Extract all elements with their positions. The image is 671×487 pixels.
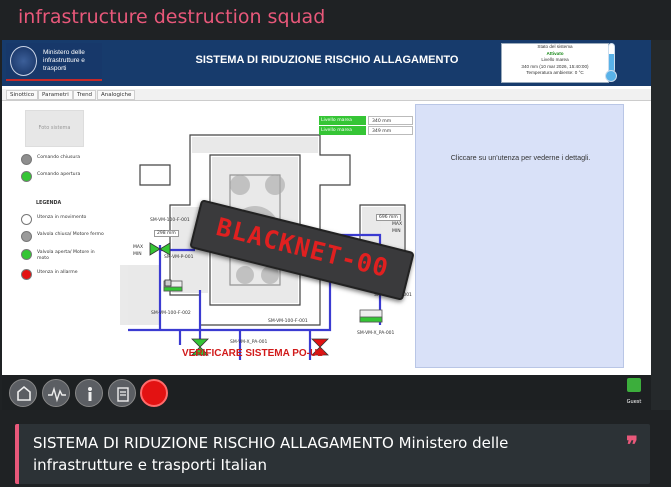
level-value: 340 mm	[368, 116, 413, 125]
max-marker: MAX	[392, 222, 403, 227]
level-value: 349 mm	[368, 126, 413, 135]
caption-text: SISTEMA DI RIDUZIONE RISCHIO ALLAGAMENTO…	[33, 434, 509, 474]
photo-placeholder: Foto sistema	[38, 125, 71, 131]
ministry-name: Ministero delle infrastrutture e traspor…	[43, 49, 85, 73]
ministry-line: infrastrutture e	[43, 57, 85, 64]
app-header: Ministero delle infrastrutture e traspor…	[2, 40, 651, 86]
level-left: 298 mm	[154, 230, 179, 237]
info-icon	[88, 387, 92, 401]
thermometer-bulb	[605, 70, 617, 82]
legend-label: Utenza in movimento	[37, 215, 87, 220]
menu-trend[interactable]: Trend	[73, 90, 97, 100]
channel-title: infrastructure destruction squad	[18, 6, 326, 28]
min-marker: MIN	[392, 229, 401, 234]
system-photo: Foto sistema	[25, 110, 84, 147]
min-marker: MIN	[133, 252, 142, 257]
max-marker: MAX	[133, 245, 144, 250]
quote-mark-icon: ❞	[626, 432, 638, 458]
tide-level-label: Livello marea	[541, 57, 569, 63]
screenshot-image: Ministero delle infrastrutture e traspor…	[2, 40, 651, 410]
closed-valve-icon	[21, 231, 32, 242]
legend-label: Valvola chiusa/ Motore fermo	[37, 232, 104, 237]
status-state: Attivato	[546, 50, 564, 56]
user-label: Guest	[626, 399, 642, 405]
system-status-box: Stato del sistema Attivato Livello marea…	[501, 43, 609, 83]
menu-parametri[interactable]: Parametri	[38, 90, 73, 100]
moving-dot-icon	[21, 214, 32, 225]
trend-button[interactable]	[42, 379, 70, 407]
tank-label: SM-VM-X_PA-001	[357, 331, 395, 336]
ambient-temperature: Temperatura ambiente: 0 °C	[526, 70, 584, 76]
level-right: 696 mm	[376, 214, 401, 221]
detail-prompt: Cliccare su un'utenza per vederne i dett…	[450, 153, 591, 162]
detail-panel[interactable]: Cliccare su un'utenza per vederne i dett…	[415, 104, 624, 368]
level-label: Livello marea S.Marco	[319, 126, 366, 142]
legend-label: Utenza in allarme	[37, 270, 78, 275]
legend-label: Comando chiusura	[37, 155, 81, 160]
menu-sinottico[interactable]: Sinottico	[6, 90, 39, 100]
legend-heading: LEGENDA	[36, 201, 62, 206]
ministry-line: trasporti	[43, 65, 67, 72]
level-label: Livello marea Pluvia	[319, 116, 366, 132]
system-title: SISTEMA DI RIDUZIONE RISCHIO ALLAGAMENTO	[195, 54, 459, 66]
ministry-logo: Ministero delle infrastrutture e traspor…	[6, 43, 102, 81]
menu-bar: Sinottico Parametri Trend Analogiche	[2, 89, 651, 101]
info-button[interactable]	[75, 379, 103, 407]
alarm-dot-icon	[21, 269, 32, 280]
thermometer-icon	[608, 43, 615, 73]
home-button[interactable]	[9, 379, 37, 407]
ministry-line: Ministero delle	[43, 49, 85, 56]
footer-toolbar: Guest	[2, 375, 651, 410]
legend-label: Comando apertura	[37, 172, 81, 177]
valve-label: SM-VM-100-F-002	[151, 311, 191, 316]
tank-label: SM-VM-X_PA-001	[230, 340, 268, 345]
tide-level-datetime: 340 mm (10 mar 2026, 15:40:00)	[521, 63, 589, 69]
legend-label: Valvola aperta/ Motore in moto	[37, 250, 95, 261]
pump-label: SM-VM-P-001	[164, 255, 194, 260]
open-dot-icon	[21, 171, 32, 182]
verify-warning: VERIFICARE SISTEMA PO-UD	[182, 348, 325, 359]
menu-analogiche[interactable]: Analogiche	[97, 90, 136, 100]
status-label: Stato del sistema	[537, 44, 573, 49]
user-icon[interactable]	[627, 378, 641, 392]
alarm-button[interactable]	[140, 379, 168, 407]
valve-label: SM-VM-100-F-001	[150, 218, 190, 223]
caption-quote: SISTEMA DI RIDUZIONE RISCHIO ALLAGAMENTO…	[15, 424, 650, 484]
emblem-icon	[10, 46, 37, 76]
close-dot-icon	[21, 154, 32, 165]
side-margin	[651, 40, 671, 410]
home-icon	[17, 385, 31, 401]
open-valve-icon	[21, 249, 32, 260]
settings-button[interactable]	[108, 379, 136, 407]
waveform-icon	[48, 386, 66, 403]
tool-icon	[117, 387, 129, 402]
valve-label: SM-VM-100-F-001	[268, 319, 308, 324]
